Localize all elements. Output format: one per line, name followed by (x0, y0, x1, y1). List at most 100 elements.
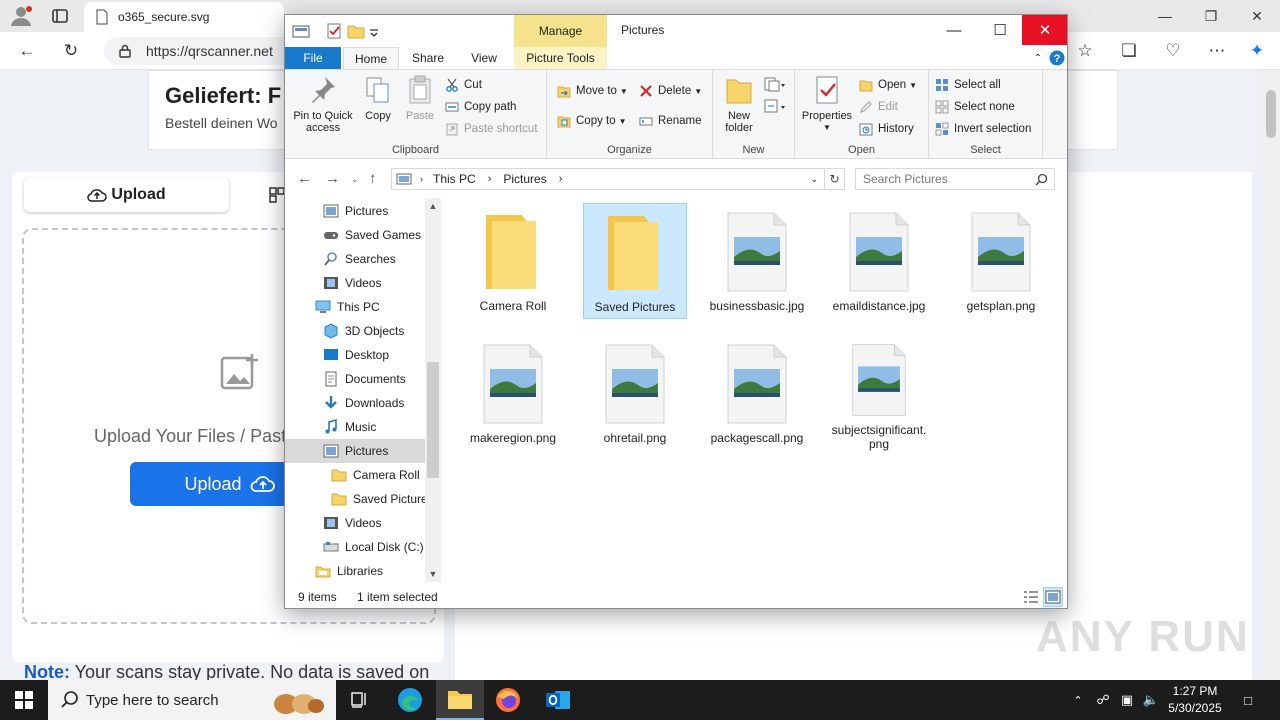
edit-button[interactable]: Edit (859, 100, 898, 114)
nav-scroll-down[interactable]: ▼ (425, 566, 441, 582)
recent-locations-dropdown[interactable]: ⌄ (351, 174, 359, 185)
tab-picture-tools[interactable]: Picture Tools (514, 47, 607, 69)
nav-item[interactable]: Music (285, 415, 425, 439)
nav-item[interactable]: 3D Objects (285, 319, 425, 343)
cut-button[interactable]: Cut (445, 78, 482, 92)
rename-button[interactable]: Rename (639, 114, 701, 128)
nav-item[interactable]: Camera Roll (285, 463, 425, 487)
image-file-item[interactable]: makeregion.png (461, 335, 565, 451)
nav-item[interactable]: Local Disk (C:) (285, 535, 425, 559)
explorer-forward-button[interactable]: → (325, 170, 340, 187)
nav-item[interactable]: Pictures (285, 439, 425, 463)
nav-scrollbar[interactable]: ▲ ▼ (425, 198, 441, 582)
upload-tab[interactable]: Upload (24, 178, 229, 212)
nav-item[interactable]: Libraries (285, 559, 425, 582)
page-scrollbar[interactable] (1262, 70, 1280, 680)
tab-home[interactable]: Home (343, 47, 399, 69)
task-view-button[interactable] (336, 680, 384, 720)
up-folder-button[interactable]: ↑ (369, 170, 377, 187)
ribbon-collapse-icon[interactable]: ⌃ (1029, 47, 1047, 69)
copilot-icon[interactable]: ✦ (1244, 39, 1270, 63)
crumb-pictures[interactable]: Pictures (503, 172, 546, 186)
new-folder-quick-icon[interactable] (347, 22, 365, 40)
nav-item[interactable]: Saved Pictures (285, 487, 434, 511)
file-explorer-taskbar-button[interactable] (436, 680, 484, 720)
image-file-item[interactable]: emaildistance.jpg (827, 203, 931, 319)
new-item-icon[interactable] (763, 76, 787, 94)
network-icon[interactable]: ▣ (1116, 680, 1138, 720)
explorer-maximize-button[interactable]: ☐ (977, 15, 1023, 45)
explorer-address-bar[interactable]: › This PC › Pictures › ⌄ (391, 168, 825, 190)
browser-close-button[interactable]: ✕ (1234, 0, 1280, 32)
address-dropdown-icon[interactable]: ⌄ (810, 174, 818, 185)
browser-tab-active[interactable]: o365_secure.svg (84, 2, 284, 32)
new-folder-button[interactable]: New folder (717, 74, 761, 134)
taskbar-search-box[interactable]: Type here to search (48, 680, 336, 720)
details-view-button[interactable] (1021, 587, 1041, 607)
copy-button[interactable]: Copy (359, 74, 397, 122)
firefox-taskbar-button[interactable] (484, 680, 532, 720)
image-file-item[interactable]: subjectsignificant.png (827, 335, 931, 451)
outlook-taskbar-button[interactable] (534, 680, 582, 720)
nav-item[interactable]: This PC (285, 295, 425, 319)
profile-icon[interactable] (8, 4, 34, 28)
image-file-item[interactable]: ohretail.png (583, 335, 687, 451)
paste-shortcut-button[interactable]: Paste shortcut (445, 122, 538, 136)
explorer-back-button[interactable]: ← (297, 170, 312, 187)
start-button[interactable] (0, 680, 48, 720)
properties-quick-icon[interactable] (325, 22, 343, 40)
help-icon[interactable]: ? (1049, 50, 1065, 66)
browser-minimize-button[interactable]: — (1142, 0, 1188, 32)
image-file-item[interactable]: packagescall.png (705, 335, 809, 451)
browser-restore-button[interactable]: ❐ (1188, 0, 1234, 32)
refresh-button[interactable]: ↻ (825, 168, 845, 190)
volume-icon[interactable]: 🔈 (1140, 680, 1162, 720)
tray-overflow-icon[interactable]: ⌃ (1068, 680, 1088, 720)
browser-essentials-icon[interactable]: ♡ (1160, 39, 1186, 63)
pin-quick-access-button[interactable]: Pin to Quick access (291, 74, 355, 134)
copy-path-button[interactable]: Copy path (445, 100, 516, 114)
taskbar-clock[interactable]: 1:27 PM 5/30/2025 (1164, 683, 1226, 717)
easy-access-icon[interactable] (763, 98, 787, 116)
tab-file[interactable]: File (285, 47, 341, 69)
nav-item[interactable]: Videos (285, 271, 425, 295)
manage-context-tab[interactable]: Manage (514, 15, 607, 47)
invert-selection-button[interactable]: Invert selection (935, 122, 1031, 136)
select-all-button[interactable]: Select all (935, 78, 1001, 92)
nav-item[interactable]: Pictures (285, 199, 425, 223)
nav-item[interactable]: Desktop (285, 343, 425, 367)
properties-button[interactable]: Properties ▼ (799, 74, 855, 134)
favorites-star-icon[interactable]: ☆ (1072, 39, 1098, 63)
crumb-this-pc[interactable]: This PC (433, 172, 476, 186)
more-menu-icon[interactable]: ⋯ (1204, 39, 1230, 63)
tab-share[interactable]: Share (405, 47, 451, 69)
nav-item[interactable]: Videos (285, 511, 425, 535)
delete-button[interactable]: Delete ▼ (639, 84, 702, 98)
move-to-button[interactable]: Move to ▼ (557, 84, 628, 98)
nav-scroll-up[interactable]: ▲ (425, 198, 441, 214)
folder-item[interactable]: Camera Roll (461, 203, 565, 319)
folder-item[interactable]: Saved Pictures (583, 203, 687, 319)
history-button[interactable]: History (859, 122, 914, 136)
reload-button[interactable]: ↻ (58, 39, 84, 63)
explorer-search-box[interactable]: Search Pictures (855, 168, 1055, 190)
page-scrollbar-thumb[interactable] (1266, 90, 1276, 138)
image-file-item[interactable]: getsplan.png (949, 203, 1053, 319)
nav-item[interactable]: Downloads (285, 391, 425, 415)
meet-now-icon[interactable]: ☍ (1092, 680, 1114, 720)
back-button[interactable]: ← (14, 39, 40, 63)
quick-access-dropdown-icon[interactable] (367, 22, 381, 40)
paste-button[interactable]: Paste (401, 74, 439, 122)
tab-view[interactable]: View (461, 47, 507, 69)
nav-item[interactable]: Documents (285, 367, 425, 391)
copy-to-button[interactable]: Copy to ▼ (557, 114, 627, 128)
large-icons-view-button[interactable] (1043, 587, 1063, 607)
open-button[interactable]: Open ▼ (859, 78, 917, 92)
notifications-icon[interactable]: □ (1234, 680, 1262, 720)
explorer-minimize-button[interactable]: — (931, 15, 977, 45)
image-file-item[interactable]: businessbasic.jpg (705, 203, 809, 319)
edge-taskbar-button[interactable] (386, 680, 434, 720)
nav-item[interactable]: Saved Games (285, 223, 425, 247)
collections-icon[interactable]: ❏ (1116, 39, 1142, 63)
nav-scroll-thumb[interactable] (427, 362, 439, 478)
